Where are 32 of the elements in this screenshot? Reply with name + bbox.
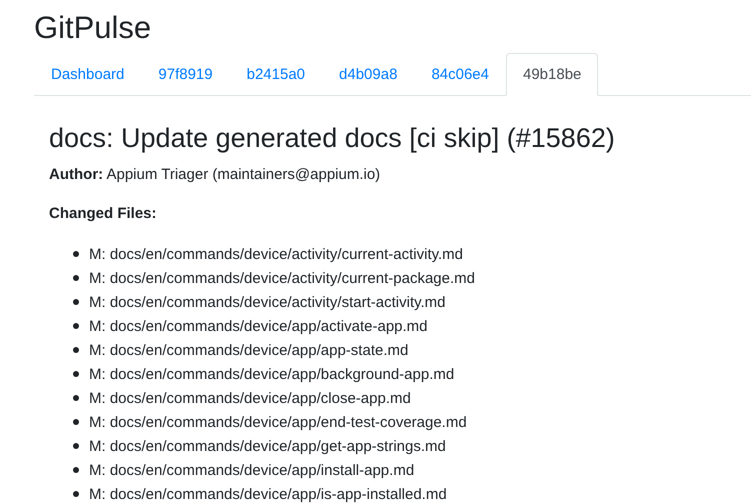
changed-files-heading: Changed Files:: [49, 204, 158, 224]
bullet-icon: [73, 347, 79, 353]
nav-tab[interactable]: 97f8919: [141, 53, 230, 96]
nav-tab[interactable]: Dashboard: [34, 53, 142, 96]
nav-tab[interactable]: d4b09a8: [322, 53, 414, 96]
nav-tab[interactable]: 49b18be: [506, 53, 598, 96]
bullet-icon: [73, 491, 79, 497]
file-entry: M: docs/en/commands/device/activity/start-activity.md: [89, 294, 446, 310]
file-entry: M: docs/en/commands/device/app/install-app.md: [89, 462, 414, 478]
app-title: GitPulse: [34, 9, 152, 47]
commit-title: docs: Update generated docs [ci skip] (#15862): [49, 122, 616, 155]
file-entry: M: docs/en/commands/device/app/activate-app.md: [89, 318, 428, 334]
file-entry: M: docs/en/commands/device/activity/current-activity.md: [89, 246, 464, 262]
bullet-icon: [73, 251, 79, 257]
bullet-icon: [73, 419, 79, 425]
nav-tab[interactable]: 84c06e4: [414, 53, 506, 96]
bullet-icon: [73, 395, 79, 401]
bullet-icon: [73, 275, 79, 281]
file-entry: M: docs/en/commands/device/app/get-app-strings.md: [89, 438, 446, 454]
bullet-icon: [73, 323, 79, 329]
bullet-icon: [73, 299, 79, 305]
file-entry: M: docs/en/commands/device/app/close-app.md: [89, 390, 411, 406]
nav-tab[interactable]: b2415a0: [230, 53, 322, 96]
file-entry: M: docs/en/commands/device/app/is-app-installed.md: [89, 486, 447, 502]
bullet-icon: [73, 371, 79, 377]
file-entry: M: docs/en/commands/device/activity/current-package.md: [89, 270, 475, 286]
file-entry: M: docs/en/commands/device/app/end-test-coverage.md: [89, 414, 467, 430]
file-entry: M: docs/en/commands/device/app/background-app.md: [89, 366, 454, 382]
bullet-icon: [73, 443, 79, 449]
bullet-icon: [73, 467, 79, 473]
file-entry: M: docs/en/commands/device/app/app-state.md: [89, 342, 408, 358]
author-line: Author: Appium Triager (maintainers@appium.io): [49, 165, 382, 185]
